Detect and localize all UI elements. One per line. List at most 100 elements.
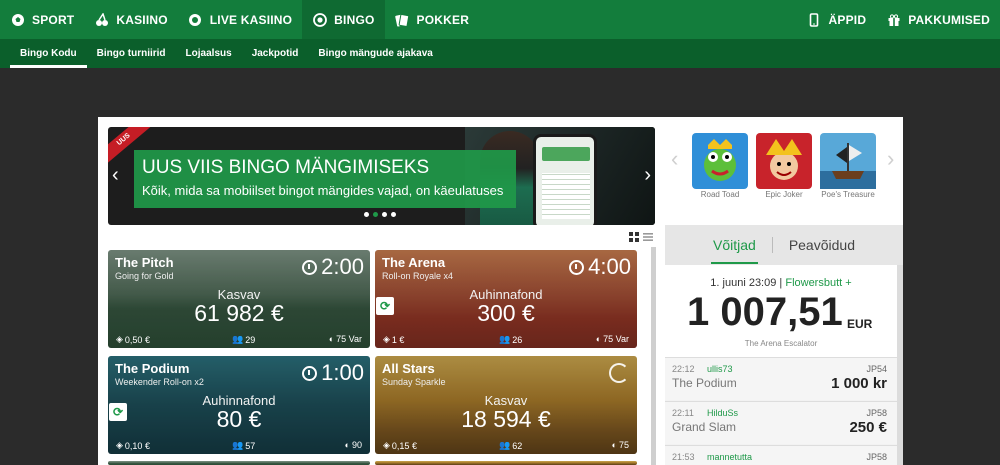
- nav-live-kasiino-label: LIVE KASIINO: [209, 12, 293, 27]
- banner-title: UUS VIIS BINGO MÄNGIMISEKS: [142, 157, 430, 178]
- list-view-icon[interactable]: [643, 229, 653, 247]
- clock-icon: [569, 259, 585, 275]
- nav-sport-label: SPORT: [32, 12, 75, 27]
- room-timer: 1:00: [302, 360, 364, 386]
- nav-appid[interactable]: ÄPPID: [797, 0, 877, 39]
- winner-user: ullis73: [707, 364, 733, 374]
- nav-sport[interactable]: SPORT: [0, 0, 84, 39]
- room-card-the-podium[interactable]: The Podium Weekender Roll-on x2 1:00 ⟳ A…: [108, 356, 370, 454]
- winner-game: The Podium: [672, 376, 737, 390]
- ball-type: ◐ 90: [344, 440, 362, 450]
- room-name: The Podium: [115, 361, 190, 376]
- nav-kasiino[interactable]: KASIINO: [84, 0, 177, 39]
- banner-dot[interactable]: [382, 212, 387, 217]
- room-name: The Arena: [382, 255, 446, 270]
- gift-icon: [886, 12, 901, 27]
- winner-user: HilduSs: [707, 408, 739, 418]
- games-prev-arrow[interactable]: ‹: [671, 148, 678, 170]
- ball-icon: ◐: [611, 440, 617, 450]
- game-tile-epic-joker[interactable]: [756, 133, 812, 189]
- players-icon: 👥: [499, 334, 511, 344]
- ticket-price: ◈ 1 €: [383, 334, 405, 345]
- banner-dots: [364, 212, 396, 217]
- grid-view-icon[interactable]: [629, 229, 639, 247]
- nav-pokker[interactable]: POKKER: [385, 0, 480, 39]
- ticket-price: ◈ 0,10 €: [116, 440, 150, 451]
- winners-scrollbar[interactable]: [897, 265, 903, 465]
- rooms-scrollbar[interactable]: [651, 247, 656, 465]
- ticket-icon: ◈: [383, 334, 390, 344]
- players-icon: 👥: [499, 440, 511, 450]
- banner-dot[interactable]: [391, 212, 396, 217]
- ticket-icon: ◈: [116, 440, 123, 450]
- banner-next-arrow[interactable]: ›: [644, 165, 651, 185]
- featured-games: ‹ Road Toad Epic Joker Poe's Treasure ›: [665, 117, 903, 225]
- ticket-price: ◈ 0,50 €: [116, 334, 150, 345]
- subnav-jackpotid[interactable]: Jackpotid: [242, 39, 309, 68]
- winner-prize: 1 000 kr: [831, 375, 887, 392]
- nav-pakkumised[interactable]: PAKKUMISED: [876, 0, 1000, 39]
- nav-bingo[interactable]: BINGO: [302, 0, 385, 39]
- winner-user: mannetutta: [707, 452, 753, 462]
- subnav-bingo-kodu[interactable]: Bingo Kodu: [10, 39, 87, 68]
- win-header: 1. juuni 23:09 | Flowersbutt +: [710, 277, 852, 289]
- winner-game: Grand Slam: [672, 420, 737, 434]
- soccer-ball-icon: [10, 12, 25, 27]
- room-card-partial[interactable]: [108, 461, 370, 465]
- main-panel: UUS UUS VIIS BINGO MÄNGIMISEKS Kõik, mid…: [98, 117, 665, 465]
- top-navigation: SPORT KASIINO LIVE KASIINO BINGO POKKER …: [0, 0, 1000, 39]
- bingo-ball-icon: [312, 12, 327, 27]
- tab-voitjad[interactable]: Võitjad: [711, 231, 758, 264]
- game-tile-road-toad[interactable]: [692, 133, 748, 189]
- games-next-arrow[interactable]: ›: [887, 148, 894, 170]
- promo-banner[interactable]: UUS UUS VIIS BINGO MÄNGIMISEKS Kõik, mid…: [108, 127, 655, 225]
- banner-dot-active[interactable]: [373, 212, 378, 217]
- phone-icon: [807, 12, 822, 27]
- game-label: Epic Joker: [765, 190, 803, 199]
- ball-type: ◐ 75 Var: [328, 334, 362, 344]
- player-count: 👥 26: [499, 334, 523, 345]
- win-username[interactable]: Flowersbutt +: [785, 277, 851, 289]
- ball-type: ◐ 75 Var: [595, 334, 629, 344]
- ball-icon: ◐: [344, 440, 350, 450]
- winner-row[interactable]: 22:11 HilduSs JP58 Grand Slam 250 €: [665, 401, 897, 444]
- room-timer: 4:00: [569, 254, 631, 280]
- ball-type: ◐ 75: [611, 440, 629, 450]
- winners-tabs: Võitjad Peavõidud: [665, 225, 903, 265]
- room-subtitle: Sunday Sparkle: [382, 377, 446, 387]
- winner-prize: 250 €: [849, 419, 887, 436]
- banner-dot[interactable]: [364, 212, 369, 217]
- winner-jackpot: JP58: [866, 408, 887, 418]
- subnav-lojaalsus[interactable]: Lojaalsus: [176, 39, 242, 68]
- winner-jackpot: JP58: [866, 452, 887, 462]
- prize-amount: 300 €: [477, 300, 535, 326]
- game-label: Poe's Treasure: [821, 190, 875, 199]
- game-tile-poes-treasure[interactable]: [820, 133, 876, 189]
- bingo-subnav: Bingo Kodu Bingo turniirid Lojaalsus Jac…: [0, 39, 1000, 68]
- banner-prev-arrow[interactable]: ‹: [112, 165, 119, 185]
- winner-time: 21:53: [672, 452, 695, 462]
- nav-live-kasiino[interactable]: LIVE KASIINO: [178, 0, 302, 39]
- room-subtitle: Roll-on Royale x4: [382, 271, 454, 281]
- room-card-the-pitch[interactable]: The Pitch Going for Gold 2:00 Kasvav 61 …: [108, 250, 370, 348]
- room-subtitle: Weekender Roll-on x2: [115, 377, 204, 387]
- players-icon: 👥: [232, 334, 244, 344]
- nav-kasiino-label: KASIINO: [116, 12, 168, 27]
- subnav-bingo-turniirid[interactable]: Bingo turniirid: [87, 39, 176, 68]
- win-datetime: 1. juuni 23:09: [710, 277, 777, 289]
- room-subtitle: Going for Gold: [115, 271, 174, 281]
- winner-row[interactable]: 22:12 ullis73 JP54 The Podium 1 000 kr: [665, 357, 897, 400]
- subnav-bingo-schedule[interactable]: Bingo mängude ajakava: [308, 39, 442, 68]
- tab-peavoidud[interactable]: Peavõidud: [787, 231, 857, 259]
- prize-amount: 18 594 €: [461, 406, 551, 432]
- banner-text-box: UUS VIIS BINGO MÄNGIMISEKS Kõik, mida sa…: [134, 150, 516, 208]
- room-card-all-stars[interactable]: All Stars Sunday Sparkle Kasvav 18 594 €…: [375, 356, 637, 454]
- prize-amount: 80 €: [216, 406, 262, 432]
- room-card-partial[interactable]: [375, 461, 637, 465]
- prize-amount: 61 982 €: [194, 300, 284, 326]
- winner-row[interactable]: 21:53 mannetutta JP58: [665, 445, 897, 465]
- room-name: The Pitch: [115, 255, 174, 270]
- room-stats: ◈ 0,50 € 👥 29 ◐ 75 Var: [108, 332, 370, 348]
- view-toggle: [629, 229, 653, 247]
- room-card-the-arena[interactable]: The Arena Roll-on Royale x4 4:00 ⟳ Auhin…: [375, 250, 637, 348]
